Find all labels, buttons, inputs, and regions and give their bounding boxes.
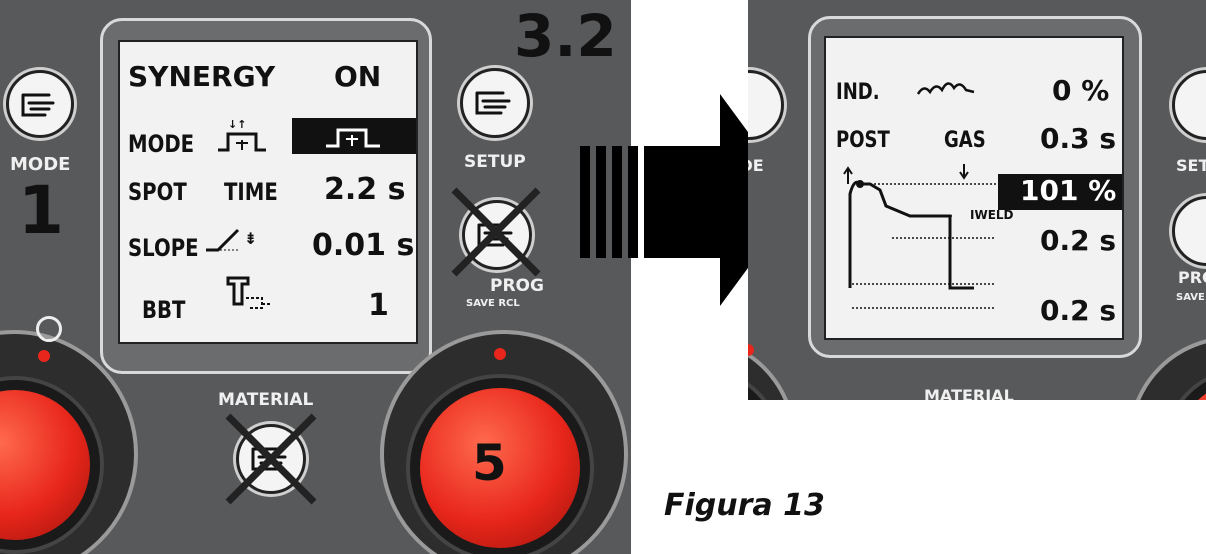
material-cross-mark — [225, 413, 317, 505]
lcd-gas-label: GAS — [944, 128, 986, 153]
lcd-bbt-label: BBT — [142, 296, 186, 324]
lcd-synergy-value: ON — [334, 60, 382, 93]
right-panel-left-knob-ring — [748, 336, 796, 400]
mode-button[interactable] — [6, 70, 74, 138]
right-panel-left-knob-indicator — [748, 344, 754, 356]
lcd-value-a: 0.2 s — [1040, 224, 1117, 257]
lcd-highlight-value: 101 % — [1020, 174, 1117, 207]
lcd-slope-value: 0.01 s — [312, 228, 415, 263]
lcd-screen-right: IND. 0 % POST GAS 0.3 s IWELD 101 % 0.2 … — [824, 36, 1124, 340]
lcd-gas-value: 0.3 s — [1040, 122, 1117, 155]
slope-icon: ⇟ — [206, 228, 257, 252]
right-knob-indicator — [494, 348, 506, 360]
lcd-post-label: POST — [836, 128, 890, 153]
knob-step-number: 5 — [472, 434, 507, 492]
mode-step-number: 1 — [18, 172, 64, 249]
lcd-spot-label: SPOT — [128, 178, 187, 206]
step-number: 3.2 — [514, 2, 617, 70]
lcd-screen: SYNERGY ON MODE ↓↑ SPOT TIME 2.2 s SLOPE… — [118, 40, 418, 344]
svg-text:⇟: ⇟ — [244, 229, 257, 248]
material-label-partial: MATERIAL — [924, 386, 1014, 400]
mode-selected-box — [292, 118, 416, 154]
lcd-iweld-label: IWELD — [970, 208, 1014, 222]
prog-button-partial[interactable] — [1172, 196, 1206, 266]
weld-cycle-diagram — [843, 164, 996, 309]
lcd-time-label: TIME — [224, 178, 278, 206]
right-control-panel: IND. 0 % POST GAS 0.3 s IWELD 101 % 0.2 … — [748, 0, 1206, 400]
setup-button[interactable] — [460, 68, 530, 138]
lcd-slope-label: SLOPE — [128, 234, 199, 262]
figure-caption: Figura 13 — [664, 488, 825, 523]
hand-pointer-icon — [475, 91, 511, 115]
mode-2t-icon: ↓↑ — [218, 118, 266, 152]
left-knob-indicator — [38, 350, 50, 362]
setup-button-partial[interactable] — [1172, 70, 1206, 140]
inductance-icon — [916, 82, 975, 95]
torch-icon — [226, 276, 272, 309]
lcd-ind-label: IND. — [836, 80, 880, 105]
lcd-mode-label: MODE — [128, 130, 195, 158]
left-knob-symbol — [36, 316, 62, 342]
material-button-label: MATERIAL — [218, 390, 314, 410]
prog-save-rcl-label: SAVE RCL — [466, 298, 520, 309]
setup-button-label: SETUP — [464, 152, 526, 172]
hand-pointer-icon — [21, 93, 55, 117]
lcd-spot-time-value: 2.2 s — [324, 172, 406, 207]
lcd-synergy-label: SYNERGY — [128, 60, 276, 93]
lcd-ind-value: 0 % — [1052, 74, 1110, 107]
prog-button-label: PROG — [490, 276, 544, 296]
lcd-value-b: 0.2 s — [1040, 294, 1117, 327]
setup-label-partial: SETUP — [1176, 156, 1206, 175]
mode-spot-icon — [326, 128, 380, 148]
highlight-value-box: 101 % — [998, 174, 1122, 210]
prog-label-partial: PROG — [1178, 268, 1206, 287]
prog-cross-mark — [451, 187, 541, 277]
mode-label-partial: MODE — [748, 156, 764, 175]
save-label-partial: SAVE — [1176, 292, 1205, 303]
left-control-panel: SYNERGY ON MODE ↓↑ SPOT TIME 2.2 s SLOPE… — [0, 0, 631, 554]
svg-text:↓↑: ↓↑ — [228, 118, 246, 131]
lcd-bbt-value: 1 — [368, 288, 389, 323]
mode-button-partial[interactable] — [748, 70, 784, 140]
